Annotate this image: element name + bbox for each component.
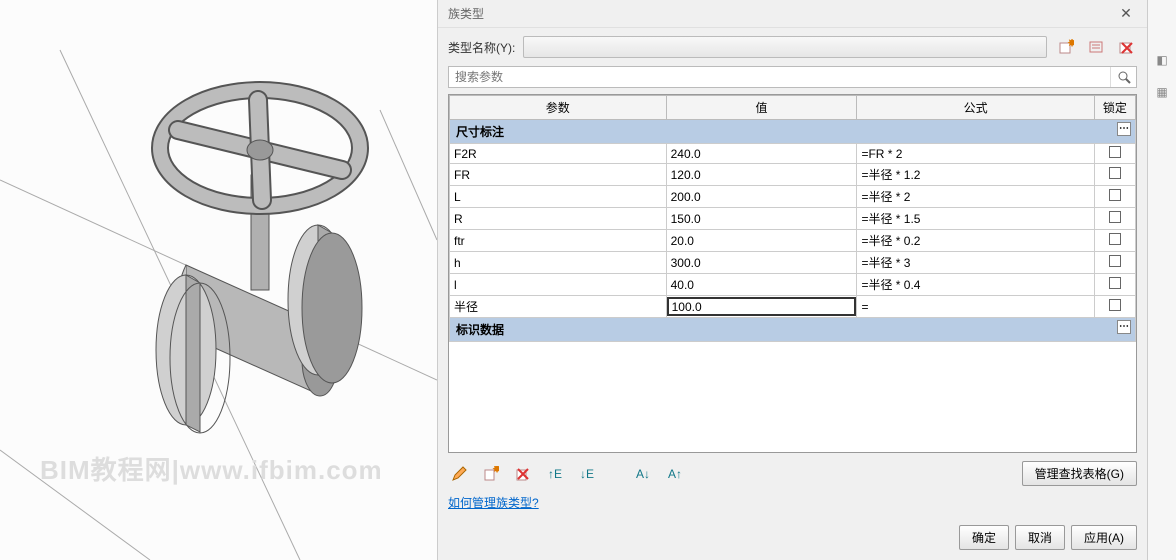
table-row[interactable]: 半径 =: [450, 296, 1136, 318]
dialog-title: 族类型: [448, 5, 484, 22]
lock-cell[interactable]: [1094, 186, 1135, 208]
formula-cell[interactable]: =FR * 2: [857, 144, 1094, 164]
param-cell[interactable]: FR: [450, 164, 667, 186]
table-row[interactable]: L200.0=半径 * 2: [450, 186, 1136, 208]
table-row[interactable]: ftr20.0=半径 * 0.2: [450, 230, 1136, 252]
ok-button[interactable]: 确定: [959, 525, 1009, 550]
right-tool-strip: ◧ ▦: [1147, 0, 1176, 560]
strip-icon-2[interactable]: ▦: [1152, 82, 1172, 102]
table-row[interactable]: l40.0=半径 * 0.4: [450, 274, 1136, 296]
value-cell[interactable]: 40.0: [666, 274, 857, 296]
sort-desc-icon[interactable]: A↑: [664, 463, 686, 485]
strip-icon-1[interactable]: ◧: [1152, 50, 1172, 70]
svg-text:✸: ✸: [492, 466, 499, 476]
lock-checkbox[interactable]: [1109, 233, 1121, 245]
cancel-button[interactable]: 取消: [1015, 525, 1065, 550]
formula-cell[interactable]: =半径 * 2: [857, 186, 1094, 208]
header-formula: 公式: [857, 96, 1094, 120]
search-icon[interactable]: [1110, 67, 1136, 87]
formula-cell[interactable]: =半径 * 0.4: [857, 274, 1094, 296]
valve-model: [0, 0, 437, 560]
param-cell[interactable]: L: [450, 186, 667, 208]
type-name-select[interactable]: [523, 36, 1047, 58]
sort-asc-icon[interactable]: A↓: [632, 463, 654, 485]
lock-cell[interactable]: [1094, 274, 1135, 296]
search-input[interactable]: [449, 67, 1110, 87]
lock-checkbox[interactable]: [1109, 211, 1121, 223]
family-types-dialog: 族类型 ✕ 类型名称(Y): ✸ 参数 值 公式 锁定 尺寸标注⋯F2R240.…: [437, 0, 1147, 560]
value-cell[interactable]: 240.0: [666, 144, 857, 164]
param-cell[interactable]: l: [450, 274, 667, 296]
table-row[interactable]: FR120.0=半径 * 1.2: [450, 164, 1136, 186]
param-cell[interactable]: R: [450, 208, 667, 230]
value-cell[interactable]: 150.0: [666, 208, 857, 230]
lock-checkbox[interactable]: [1109, 255, 1121, 267]
section-identity: 标识数据⋯: [450, 318, 1136, 342]
formula-cell[interactable]: =: [857, 296, 1094, 318]
type-name-label: 类型名称(Y):: [448, 39, 515, 56]
new-type-icon[interactable]: ✸: [1055, 36, 1077, 58]
lock-checkbox[interactable]: [1109, 277, 1121, 289]
move-up-icon[interactable]: ↑E: [544, 463, 566, 485]
rename-type-icon[interactable]: [1085, 36, 1107, 58]
manage-lookup-button[interactable]: 管理查找表格(G): [1022, 461, 1137, 486]
value-cell[interactable]: 300.0: [666, 252, 857, 274]
value-cell[interactable]: 200.0: [666, 186, 857, 208]
lock-cell[interactable]: [1094, 230, 1135, 252]
help-link-row: 如何管理族类型?: [438, 494, 1147, 519]
help-link[interactable]: 如何管理族类型?: [448, 496, 539, 510]
close-icon[interactable]: ✕: [1111, 5, 1141, 22]
lock-cell[interactable]: [1094, 208, 1135, 230]
pencil-icon[interactable]: [448, 463, 470, 485]
titlebar: 族类型 ✕: [438, 0, 1147, 28]
lock-cell[interactable]: [1094, 252, 1135, 274]
footer-buttons: 确定 取消 应用(A): [438, 519, 1147, 560]
value-input[interactable]: [667, 297, 857, 316]
new-param-icon[interactable]: ✸: [480, 463, 502, 485]
delete-param-icon[interactable]: [512, 463, 534, 485]
value-cell[interactable]: 20.0: [666, 230, 857, 252]
lock-checkbox[interactable]: [1109, 167, 1121, 179]
value-cell[interactable]: 120.0: [666, 164, 857, 186]
param-cell[interactable]: 半径: [450, 296, 667, 318]
params-table: 参数 值 公式 锁定 尺寸标注⋯F2R240.0=FR * 2FR120.0=半…: [448, 94, 1137, 453]
header-value: 值: [666, 96, 857, 120]
lock-cell[interactable]: [1094, 144, 1135, 164]
lock-cell[interactable]: [1094, 164, 1135, 186]
table-row[interactable]: F2R240.0=FR * 2: [450, 144, 1136, 164]
lock-checkbox[interactable]: [1109, 189, 1121, 201]
bottom-toolbar: ✸ ↑E ↓E A↓ A↑ 管理查找表格(G): [438, 453, 1147, 494]
move-down-icon[interactable]: ↓E: [576, 463, 598, 485]
value-cell[interactable]: [666, 296, 857, 318]
delete-type-icon[interactable]: [1115, 36, 1137, 58]
section-dim: 尺寸标注⋯: [450, 120, 1136, 144]
table-row[interactable]: R150.0=半径 * 1.5: [450, 208, 1136, 230]
apply-button[interactable]: 应用(A): [1071, 525, 1137, 550]
section-toggle-icon[interactable]: ⋯: [1117, 122, 1131, 136]
formula-cell[interactable]: =半径 * 0.2: [857, 230, 1094, 252]
viewport-3d[interactable]: BIM教程网|www.ifbim.com: [0, 0, 437, 560]
type-name-row: 类型名称(Y): ✸: [438, 28, 1147, 66]
param-cell[interactable]: h: [450, 252, 667, 274]
table-row[interactable]: h300.0=半径 * 3: [450, 252, 1136, 274]
svg-text:✸: ✸: [1067, 39, 1074, 50]
lock-cell[interactable]: [1094, 296, 1135, 318]
lock-checkbox[interactable]: [1109, 146, 1121, 158]
param-cell[interactable]: ftr: [450, 230, 667, 252]
section-toggle-icon[interactable]: ⋯: [1117, 320, 1131, 334]
param-cell[interactable]: F2R: [450, 144, 667, 164]
table-header: 参数 值 公式 锁定: [450, 96, 1136, 120]
search-row: [448, 66, 1137, 88]
formula-cell[interactable]: =半径 * 3: [857, 252, 1094, 274]
formula-cell[interactable]: =半径 * 1.2: [857, 164, 1094, 186]
header-lock: 锁定: [1094, 96, 1135, 120]
formula-cell[interactable]: =半径 * 1.5: [857, 208, 1094, 230]
lock-checkbox[interactable]: [1109, 299, 1121, 311]
header-param: 参数: [450, 96, 667, 120]
